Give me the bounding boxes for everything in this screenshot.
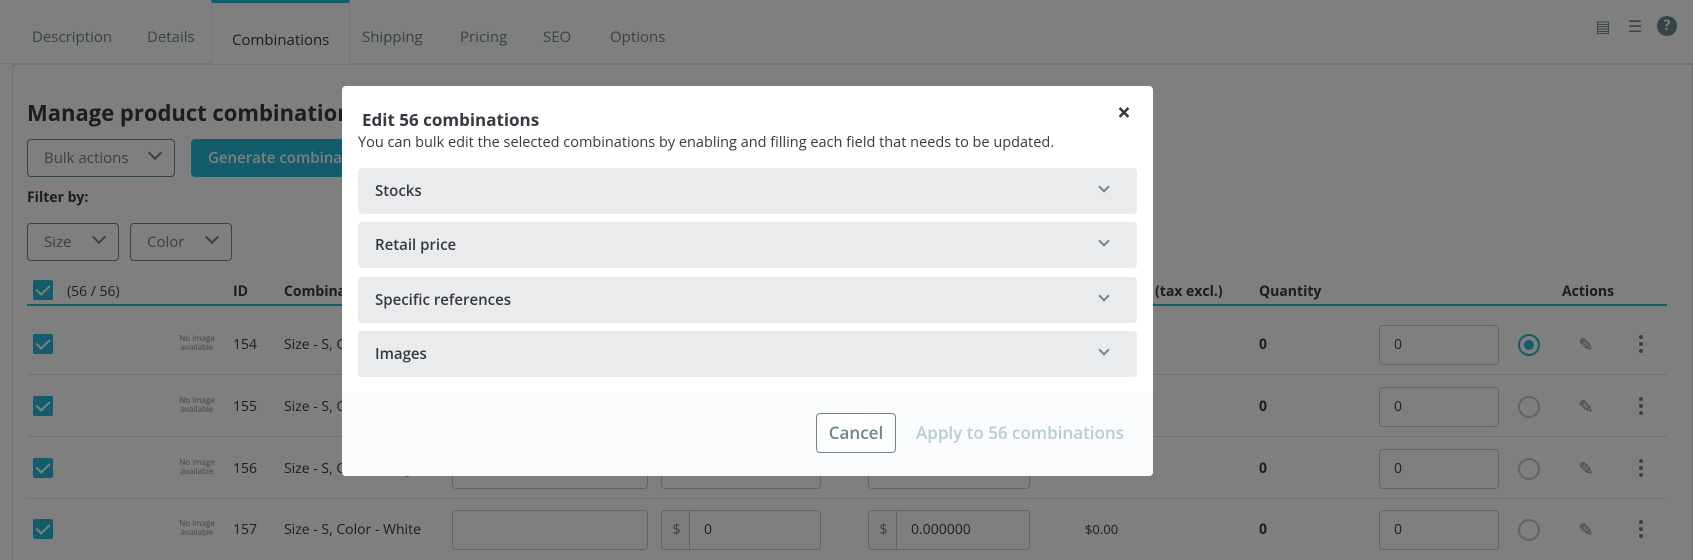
section-retail-price[interactable]: Retail price	[358, 222, 1137, 268]
section-label: Specific references	[375, 290, 512, 310]
section-label: Stocks	[375, 181, 422, 201]
bulk-edit-modal: Edit 56 combinations × You can bulk edit…	[342, 86, 1153, 476]
close-icon[interactable]: ×	[1113, 101, 1135, 125]
modal-title: Edit 56 combinations	[362, 108, 540, 131]
section-label: Retail price	[375, 235, 457, 255]
section-label: Images	[375, 344, 427, 364]
chevron-down-icon	[1098, 235, 1110, 247]
modal-footer: Cancel Apply to 56 combinations	[342, 392, 1153, 476]
cancel-button[interactable]: Cancel	[816, 413, 896, 453]
chevron-down-icon	[1098, 344, 1110, 356]
chevron-down-icon	[1098, 181, 1110, 193]
section-specific-references[interactable]: Specific references	[358, 277, 1137, 323]
section-stocks[interactable]: Stocks	[358, 168, 1137, 214]
apply-button[interactable]: Apply to 56 combinations	[910, 413, 1130, 453]
section-images[interactable]: Images	[358, 331, 1137, 377]
modal-description: You can bulk edit the selected combinati…	[358, 133, 1055, 152]
chevron-down-icon	[1098, 290, 1110, 302]
